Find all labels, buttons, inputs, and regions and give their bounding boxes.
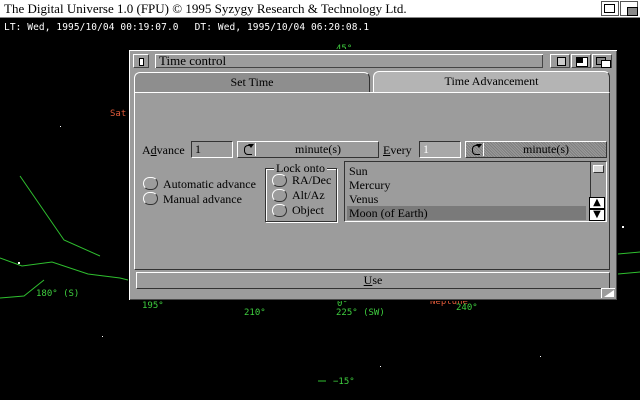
manual-advance-radio[interactable]	[143, 192, 158, 205]
list-item[interactable]: Venus	[347, 192, 586, 206]
dynamical-time-readout: DT: Wed, 1995/10/04 06:20:08.1	[194, 22, 370, 33]
tab-set-time[interactable]: Set Time	[134, 72, 370, 92]
constellation-line	[19, 175, 101, 257]
constellation-line	[617, 271, 640, 275]
altitude-label-minus15: −15°	[333, 377, 355, 387]
close-icon[interactable]	[133, 54, 149, 68]
cycle-icon	[240, 143, 256, 156]
constellation-line	[0, 257, 129, 281]
list-item[interactable]: Sun	[347, 164, 586, 178]
scroll-up-icon[interactable]: ▲	[589, 197, 605, 209]
azimuth-label-195: 195°	[142, 301, 164, 311]
advance-label: Advance	[142, 143, 185, 157]
star	[622, 226, 624, 228]
lock-altaz-label: Alt/Az	[292, 188, 325, 202]
advance-amount-input[interactable]: 1	[191, 141, 233, 158]
window-title[interactable]: Time control	[155, 54, 543, 68]
window-title-bar[interactable]: Time control	[131, 52, 615, 70]
local-time-readout: LT: Wed, 1995/10/04 00:19:07.0	[4, 22, 179, 33]
screen-title: The Digital Universe 1.0 (FPU) © 1995 Sy…	[4, 1, 407, 16]
resize-icon[interactable]	[601, 288, 615, 298]
advance-unit-cycle[interactable]: minute(s)	[237, 141, 379, 158]
advance-unit-label: minute(s)	[295, 142, 341, 156]
automatic-advance-radio[interactable]	[143, 177, 158, 190]
azimuth-label-240: 240°	[456, 303, 478, 313]
azimuth-label-180: 180° (S)	[36, 289, 80, 299]
use-button[interactable]: Use	[136, 272, 610, 289]
lock-altaz-radio[interactable]	[272, 189, 287, 202]
every-label: Every	[383, 143, 412, 157]
list-scrollbar[interactable]	[590, 162, 606, 197]
time-status-line: LT: Wed, 1995/10/04 00:19:07.0 DT: Wed, 1…	[4, 22, 369, 33]
manual-advance-label: Manual advance	[163, 192, 242, 206]
list-item[interactable]: Mercury	[347, 178, 586, 192]
screen-depth-back-icon[interactable]	[601, 1, 619, 16]
list-item-selected[interactable]: Moon (of Earth)	[347, 206, 586, 220]
star	[18, 262, 20, 264]
time-control-window: Time control Set Time Time Advancement A…	[128, 49, 618, 301]
iconify-icon[interactable]	[571, 54, 591, 68]
horizon-line	[617, 251, 640, 255]
screen-title-bar: The Digital Universe 1.0 (FPU) © 1995 Sy…	[0, 0, 640, 18]
every-amount-input[interactable]: 1	[419, 141, 461, 158]
zoom-icon[interactable]	[550, 54, 570, 68]
star	[540, 356, 541, 357]
star	[102, 336, 103, 337]
every-unit-cycle[interactable]: minute(s)	[465, 141, 607, 158]
star	[60, 126, 61, 127]
lock-onto-group: Lock onto RA/Dec Alt/Az Object	[265, 161, 337, 222]
lock-object-radio[interactable]	[272, 204, 287, 217]
depth-arrange-icon[interactable]	[592, 54, 612, 68]
object-listview[interactable]: Sun Mercury Venus Moon (of Earth) ▲ ▼	[344, 161, 607, 222]
screen-depth-front-icon[interactable]	[620, 1, 638, 16]
azimuth-label-225: 225° (SW)	[336, 308, 385, 318]
tab-time-advancement[interactable]: Time Advancement	[373, 71, 610, 92]
lock-radec-radio[interactable]	[272, 174, 287, 187]
planet-label-saturn: Sat	[110, 109, 127, 119]
star	[380, 366, 381, 367]
every-unit-label: minute(s)	[523, 142, 569, 156]
scrollbar-knob[interactable]	[593, 165, 604, 173]
lock-radec-label: RA/Dec	[292, 173, 332, 187]
automatic-advance-label: Automatic advance	[163, 177, 256, 191]
lock-object-label: Object	[292, 203, 324, 217]
azimuth-label-210: 210°	[244, 308, 266, 318]
scroll-down-icon[interactable]: ▼	[589, 209, 605, 221]
cycle-icon	[468, 143, 484, 156]
